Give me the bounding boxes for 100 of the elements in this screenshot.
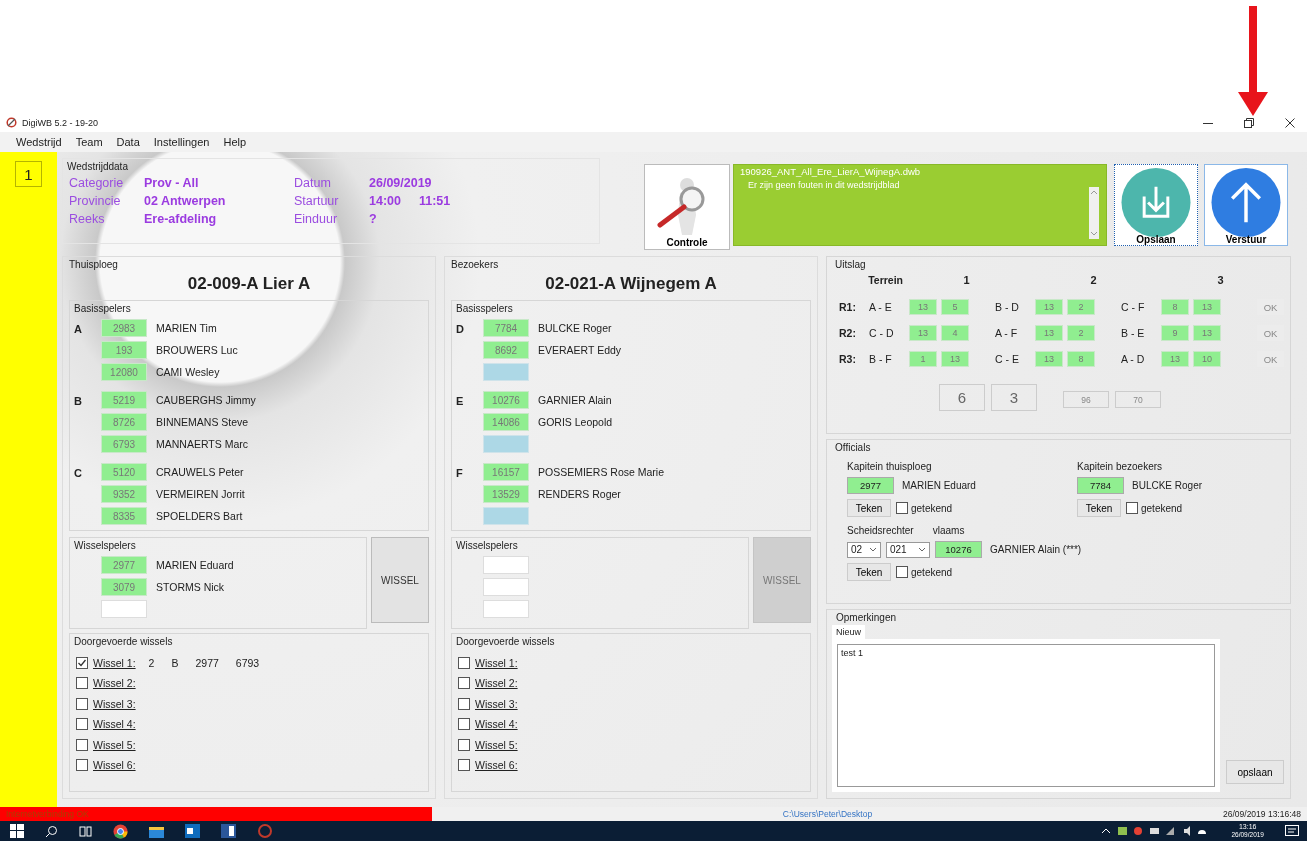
send-button[interactable]: Verstuur xyxy=(1204,164,1288,246)
license-field[interactable]: 7784 xyxy=(483,319,529,337)
checkbox[interactable] xyxy=(458,718,470,730)
license-field[interactable] xyxy=(483,507,529,525)
license-field[interactable]: 10276 xyxy=(483,391,529,409)
menu-item[interactable]: Help xyxy=(217,136,253,148)
license-field[interactable]: 10276 xyxy=(935,541,982,558)
score-field[interactable]: 5 xyxy=(941,299,969,315)
license-field[interactable] xyxy=(483,556,529,574)
license-field[interactable]: 14086 xyxy=(483,413,529,431)
checkbox[interactable] xyxy=(1126,502,1138,514)
score-field[interactable]: 1 xyxy=(909,351,937,367)
license-field[interactable]: 8692 xyxy=(483,341,529,359)
province-dropdown[interactable]: 02 xyxy=(847,541,881,558)
checkbox[interactable] xyxy=(76,759,88,771)
browser-icon[interactable] xyxy=(113,823,128,839)
sign-button[interactable]: Teken xyxy=(847,499,891,517)
substitution-link[interactable]: Wissel 5: xyxy=(93,738,136,751)
checkbox[interactable] xyxy=(76,697,88,710)
tab[interactable]: Nieuw xyxy=(832,625,865,639)
folder-icon[interactable] xyxy=(149,824,164,838)
license-field[interactable] xyxy=(483,363,529,381)
license-field[interactable]: 2977 xyxy=(101,556,147,574)
substitution-link[interactable]: Wissel 3: xyxy=(93,697,136,710)
checkbox[interactable] xyxy=(458,738,470,751)
substitution-link[interactable]: Wissel 2: xyxy=(93,677,136,689)
menu-item[interactable]: Instellingen xyxy=(147,136,216,148)
license-field[interactable]: 2977 xyxy=(847,477,894,494)
score-field[interactable]: 10 xyxy=(1193,351,1221,367)
score-field[interactable]: 2 xyxy=(1067,299,1095,315)
score-field[interactable]: 13 xyxy=(1193,325,1221,341)
checkbox[interactable] xyxy=(76,677,88,689)
score-field[interactable]: 13 xyxy=(1035,299,1063,315)
checkbox[interactable] xyxy=(896,502,908,514)
license-field[interactable]: 13529 xyxy=(483,485,529,503)
menu-item[interactable]: Team xyxy=(69,136,109,148)
checkbox[interactable] xyxy=(458,677,470,689)
page-number[interactable]: 1 xyxy=(15,161,42,187)
license-field[interactable]: 5219 xyxy=(101,391,147,409)
windows-logo-icon[interactable] xyxy=(10,824,24,838)
score-field[interactable]: 8 xyxy=(1067,351,1095,367)
license-field[interactable]: 193 xyxy=(101,341,147,359)
substitution-link[interactable]: Wissel 6: xyxy=(475,759,518,771)
score-field[interactable]: 2 xyxy=(1067,325,1095,341)
license-field[interactable] xyxy=(483,600,529,618)
task-view-icon[interactable] xyxy=(79,824,92,838)
license-field[interactable]: 8335 xyxy=(101,507,147,525)
controle-button[interactable]: Controle xyxy=(644,164,730,250)
search-icon[interactable] xyxy=(45,824,58,838)
wissel-button[interactable]: WISSEL xyxy=(371,537,429,623)
substitution-link[interactable]: Wissel 4: xyxy=(475,718,518,730)
checkbox[interactable] xyxy=(458,759,470,771)
score-field[interactable]: 8 xyxy=(1161,299,1189,315)
checkbox[interactable] xyxy=(458,697,470,710)
license-field[interactable]: 7784 xyxy=(1077,477,1124,494)
checkbox[interactable] xyxy=(458,656,470,669)
notification-icon[interactable] xyxy=(1285,824,1299,838)
license-field[interactable]: 8726 xyxy=(101,413,147,431)
restore-icon[interactable] xyxy=(1244,117,1254,128)
menu-item[interactable]: Wedstrijd xyxy=(10,136,68,148)
save-button[interactable]: Opslaan xyxy=(1114,164,1198,246)
license-field[interactable]: 3079 xyxy=(101,578,147,596)
substitution-link[interactable]: Wissel 3: xyxy=(475,697,518,710)
substitution-link[interactable]: Wissel 2: xyxy=(475,677,518,689)
license-field[interactable]: 2983 xyxy=(101,319,147,337)
mail-icon[interactable] xyxy=(185,824,200,838)
save-remark-button[interactable]: opslaan xyxy=(1226,760,1284,784)
license-field[interactable] xyxy=(483,435,529,453)
club-dropdown[interactable]: 021 xyxy=(886,541,930,558)
substitution-link[interactable]: Wissel 1: xyxy=(93,656,136,669)
menu-item[interactable]: Data xyxy=(110,136,146,148)
remarks-field[interactable]: test 1 xyxy=(837,644,1215,787)
score-field[interactable]: 13 xyxy=(1193,299,1221,315)
license-field[interactable]: 5120 xyxy=(101,463,147,481)
checkbox[interactable] xyxy=(76,656,88,669)
license-field[interactable]: 16157 xyxy=(483,463,529,481)
license-field[interactable] xyxy=(101,600,147,618)
score-field[interactable]: 13 xyxy=(1035,325,1063,341)
sign-button[interactable]: Teken xyxy=(1077,499,1121,517)
score-field[interactable]: 13 xyxy=(909,325,937,341)
substitution-link[interactable]: Wissel 5: xyxy=(475,738,518,751)
license-field[interactable]: 9352 xyxy=(101,485,147,503)
license-field[interactable]: 6793 xyxy=(101,435,147,453)
score-field[interactable]: 9 xyxy=(1161,325,1189,341)
close-icon[interactable] xyxy=(1285,117,1295,128)
sign-button[interactable]: Teken xyxy=(847,563,891,581)
substitution-link[interactable]: Wissel 1: xyxy=(475,656,518,669)
score-field[interactable]: 13 xyxy=(941,351,969,367)
app-icon[interactable] xyxy=(257,823,273,839)
license-field[interactable]: 12080 xyxy=(101,363,147,381)
checkbox[interactable] xyxy=(76,738,88,751)
document-icon[interactable] xyxy=(221,824,236,838)
score-field[interactable]: 13 xyxy=(909,299,937,315)
checkbox[interactable] xyxy=(896,566,908,578)
score-field[interactable]: 4 xyxy=(941,325,969,341)
score-field[interactable]: 13 xyxy=(1161,351,1189,367)
substitution-link[interactable]: Wissel 6: xyxy=(93,759,136,771)
substitution-link[interactable]: Wissel 4: xyxy=(93,718,136,730)
checkbox[interactable] xyxy=(76,718,88,730)
score-field[interactable]: 13 xyxy=(1035,351,1063,367)
